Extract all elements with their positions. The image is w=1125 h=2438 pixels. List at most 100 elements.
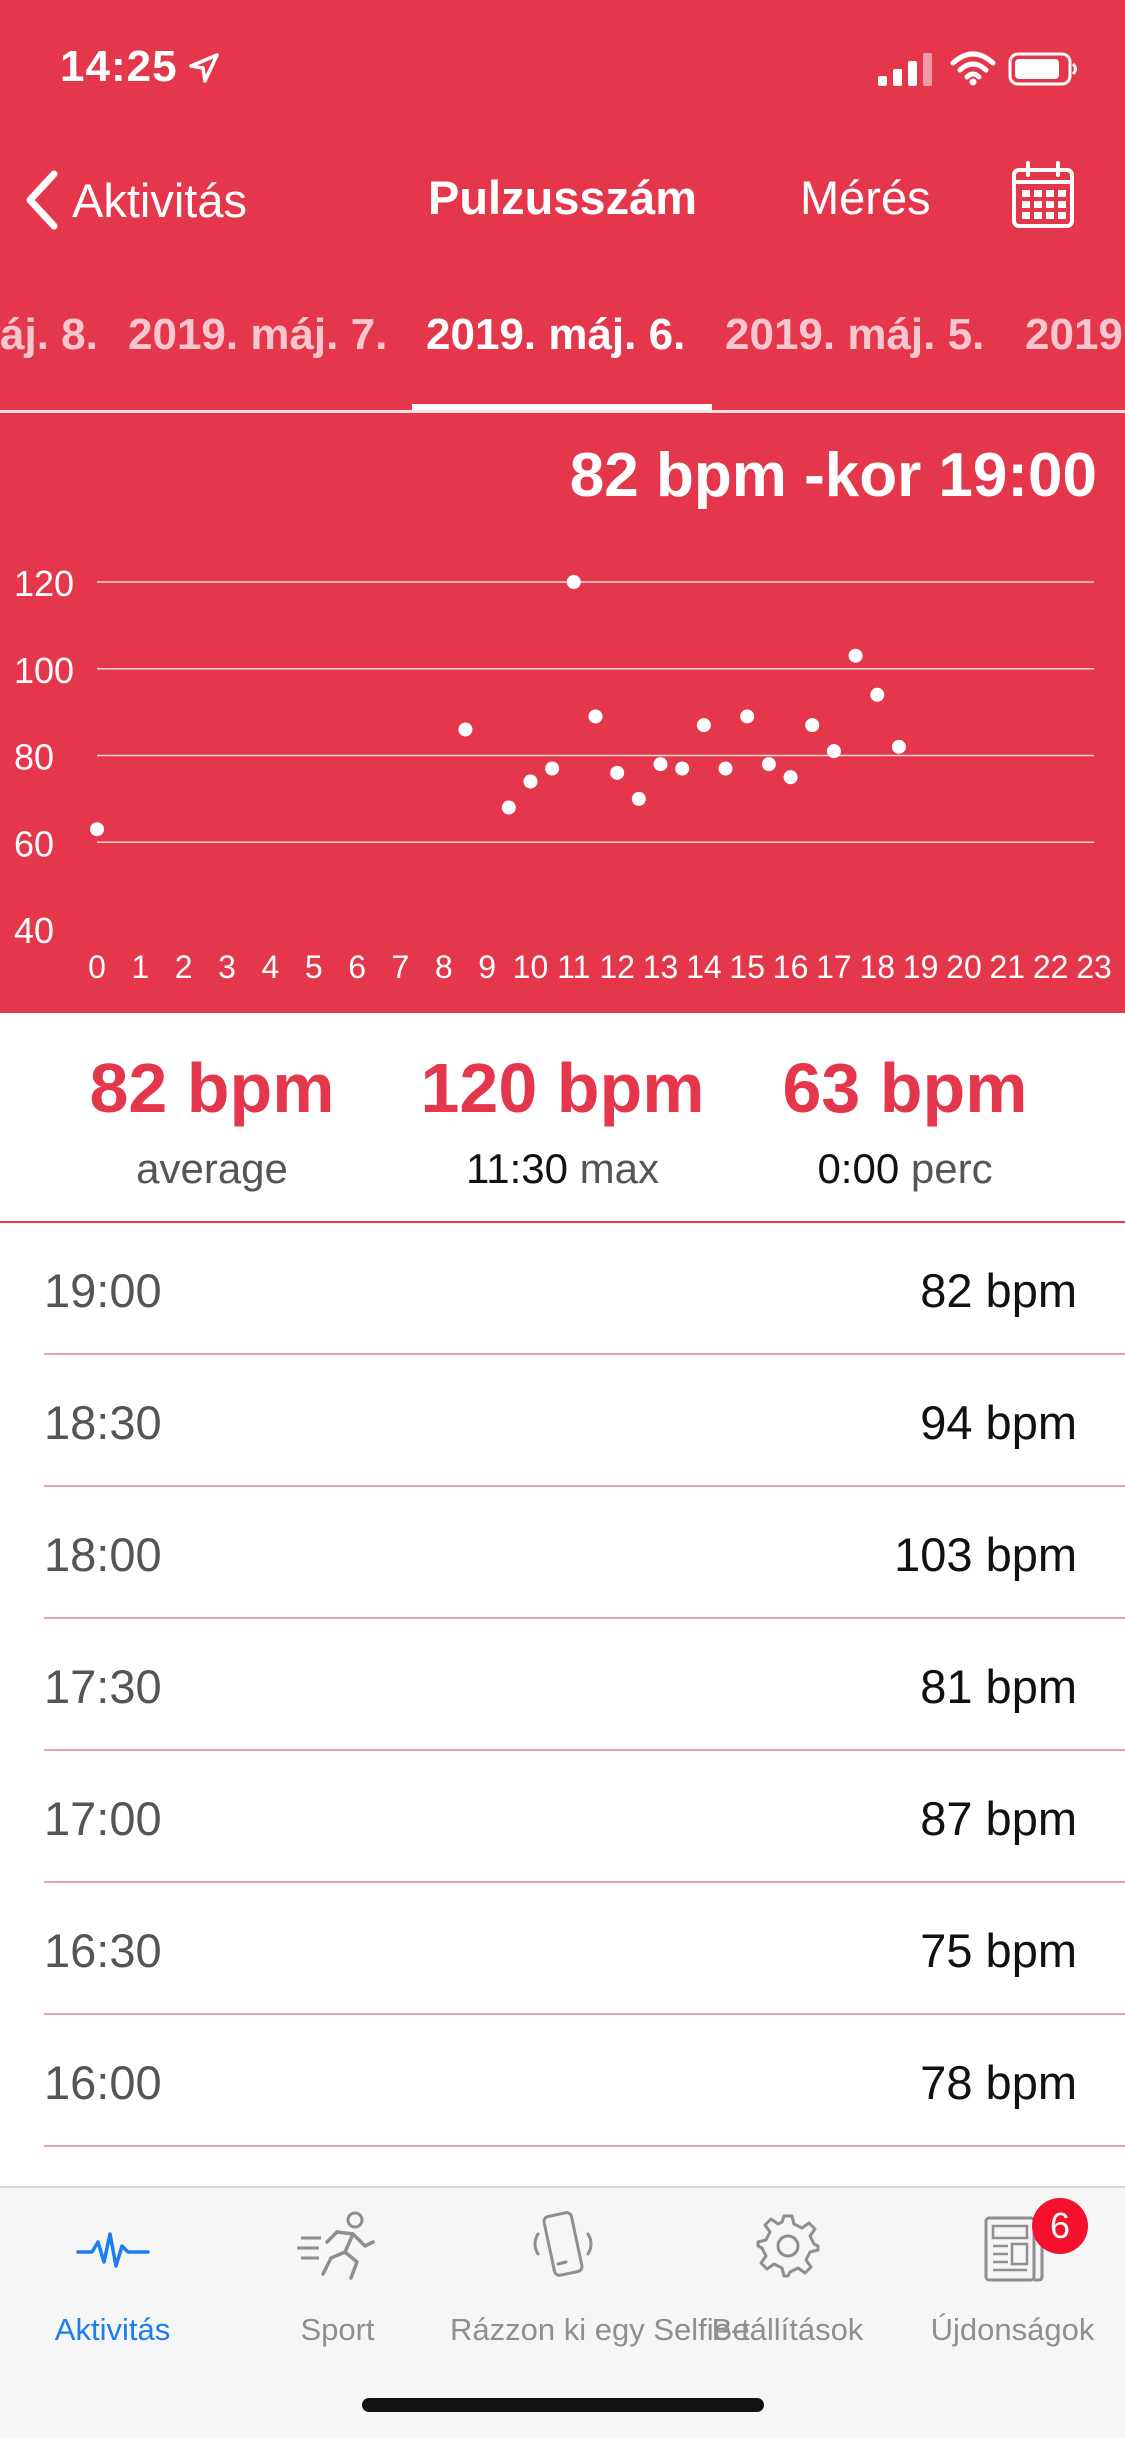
back-button[interactable]: Aktivitás: [22, 165, 247, 235]
x-tick-label: 23: [1076, 949, 1112, 985]
data-point: [870, 687, 885, 702]
max-label: max: [579, 1145, 660, 1192]
data-point: [90, 822, 104, 837]
x-tick-label: 19: [903, 949, 939, 985]
list-item[interactable]: 19:00 82 bpm: [0, 1223, 1125, 1355]
calendar-icon[interactable]: [1010, 160, 1076, 230]
tab-label: Beállítások: [711, 2312, 864, 2347]
x-tick-label: 14: [686, 949, 722, 985]
data-point: [848, 648, 863, 663]
x-tick-label: 11: [557, 949, 590, 985]
reading-value: 103 bpm: [894, 1528, 1077, 1581]
x-tick-label: 10: [513, 949, 549, 985]
summary-max: 120 bpm 11:30 max: [400, 1053, 725, 1193]
date-tabs: áj. 8. 2019. máj. 7. 2019. máj. 6. 2019.…: [0, 310, 1125, 370]
min-time: 0:00: [817, 1145, 900, 1192]
max-value: 120 bpm: [420, 1049, 705, 1127]
data-point: [501, 800, 516, 815]
reading-value: 87 bpm: [920, 1792, 1077, 1845]
summary-average: 82 bpm average: [62, 1053, 362, 1193]
list-item[interactable]: 18:00 103 bpm: [0, 1487, 1125, 1619]
status-time: 14:25: [60, 42, 178, 91]
notification-badge: 6: [1032, 2198, 1088, 2254]
data-point: [610, 765, 625, 780]
reading-time: 18:30: [44, 1396, 162, 1449]
summary-panel: 82 bpm average 120 bpm 11:30 max 63 bpm …: [0, 1013, 1125, 1223]
max-time: 11:30: [465, 1145, 568, 1192]
reading-value: 94 bpm: [920, 1396, 1077, 1449]
x-tick-label: 12: [599, 949, 635, 985]
reading-time: 17:00: [44, 1792, 162, 1845]
min-label: perc: [910, 1145, 993, 1192]
gear-icon: [756, 2214, 819, 2278]
tab-label: Újdonságok: [930, 2312, 1095, 2347]
x-tick-label: 20: [946, 949, 982, 985]
data-point: [718, 761, 733, 776]
x-tick-label: 17: [816, 949, 852, 985]
list-item[interactable]: 16:30 75 bpm: [0, 1883, 1125, 2015]
list-item[interactable]: 18:30 94 bpm: [0, 1355, 1125, 1487]
heart-rate-chart[interactable]: 4060801001200 1 2 3 4 5 6 7 8 9 10 11 12 13 14 15 16 17 18…: [0, 540, 1125, 1000]
list-item[interactable]: 16:00 78 bpm: [0, 2015, 1125, 2147]
summary-min: 63 bpm 0:00 perc: [765, 1053, 1045, 1193]
data-point: [675, 761, 690, 776]
readings-list: 19:00 82 bpm 18:30 94 bpm 18:00 103 bpm …: [0, 1223, 1125, 2147]
list-item[interactable]: 17:00 87 bpm: [0, 1751, 1125, 1883]
tab-selfie[interactable]: Rázzon ki egy Selfie-t: [450, 2204, 750, 2348]
reading-time: 18:00: [44, 1528, 162, 1581]
x-tick-label: 6: [348, 949, 366, 985]
reading-value: 75 bpm: [920, 1924, 1077, 1977]
tab-label: Sport: [300, 2312, 375, 2347]
x-tick-label: 3: [218, 949, 236, 985]
measure-button[interactable]: Mérés: [800, 170, 931, 225]
heartbeat-icon: [75, 2232, 150, 2268]
data-point: [805, 718, 820, 733]
average-label: average: [136, 1145, 288, 1192]
x-tick-label: 0: [88, 949, 106, 985]
running-person-icon: [296, 2211, 375, 2280]
chart-headline: 82 bpm -kor 19:00: [569, 441, 1097, 510]
battery-icon: [1008, 52, 1077, 86]
x-tick-label: 8: [435, 949, 453, 985]
x-tick-label: 4: [261, 949, 279, 985]
back-button-label: Aktivitás: [72, 173, 247, 227]
list-item[interactable]: 17:30 81 bpm: [0, 1619, 1125, 1751]
chevron-left-icon: [26, 170, 58, 230]
data-point: [566, 575, 581, 589]
tab-beallitasok[interactable]: Beállítások: [675, 2204, 900, 2348]
y-tick-label: 100: [14, 650, 74, 691]
date-tab-may-8[interactable]: áj. 8.: [0, 310, 98, 360]
y-tick-label: 60: [14, 823, 54, 864]
data-point: [696, 718, 711, 733]
x-tick-label: 7: [392, 949, 410, 985]
y-tick-label: 40: [14, 910, 54, 951]
reading-value: 81 bpm: [920, 1660, 1077, 1713]
x-tick-label: 15: [729, 949, 765, 985]
location-arrow-icon: [189, 53, 219, 83]
date-tab-may-5[interactable]: 2019. máj. 5.: [725, 310, 984, 360]
reading-value: 82 bpm: [920, 1264, 1077, 1317]
tab-sport[interactable]: Sport: [225, 2204, 450, 2348]
x-tick-label: 22: [1033, 949, 1069, 985]
y-tick-label: 80: [14, 737, 54, 778]
reading-value: 78 bpm: [920, 2056, 1077, 2109]
x-tick-label: 16: [773, 949, 809, 985]
reading-time: 16:30: [44, 1924, 162, 1977]
date-tab-may-7[interactable]: 2019. máj. 7.: [128, 310, 387, 360]
data-point: [826, 744, 841, 759]
tab-ujdonsagok[interactable]: Újdonságok: [900, 2204, 1125, 2348]
x-tick-label: 9: [478, 949, 496, 985]
data-point: [783, 770, 798, 785]
shaking-phone-icon: [533, 2211, 592, 2277]
average-value: 82 bpm: [89, 1049, 335, 1127]
data-point: [523, 774, 538, 789]
row-divider: [44, 2145, 1125, 2147]
tab-label: Aktivitás: [54, 2312, 171, 2347]
tab-aktivitas[interactable]: Aktivitás: [0, 2204, 225, 2348]
home-indicator[interactable]: [362, 2398, 764, 2412]
data-point: [653, 757, 668, 772]
date-tab-may-4[interactable]: 2019: [1025, 310, 1123, 360]
cellular-signal-icon: [878, 53, 932, 86]
date-tab-may-6[interactable]: 2019. máj. 6.: [426, 310, 685, 360]
x-tick-label: 2: [175, 949, 193, 985]
